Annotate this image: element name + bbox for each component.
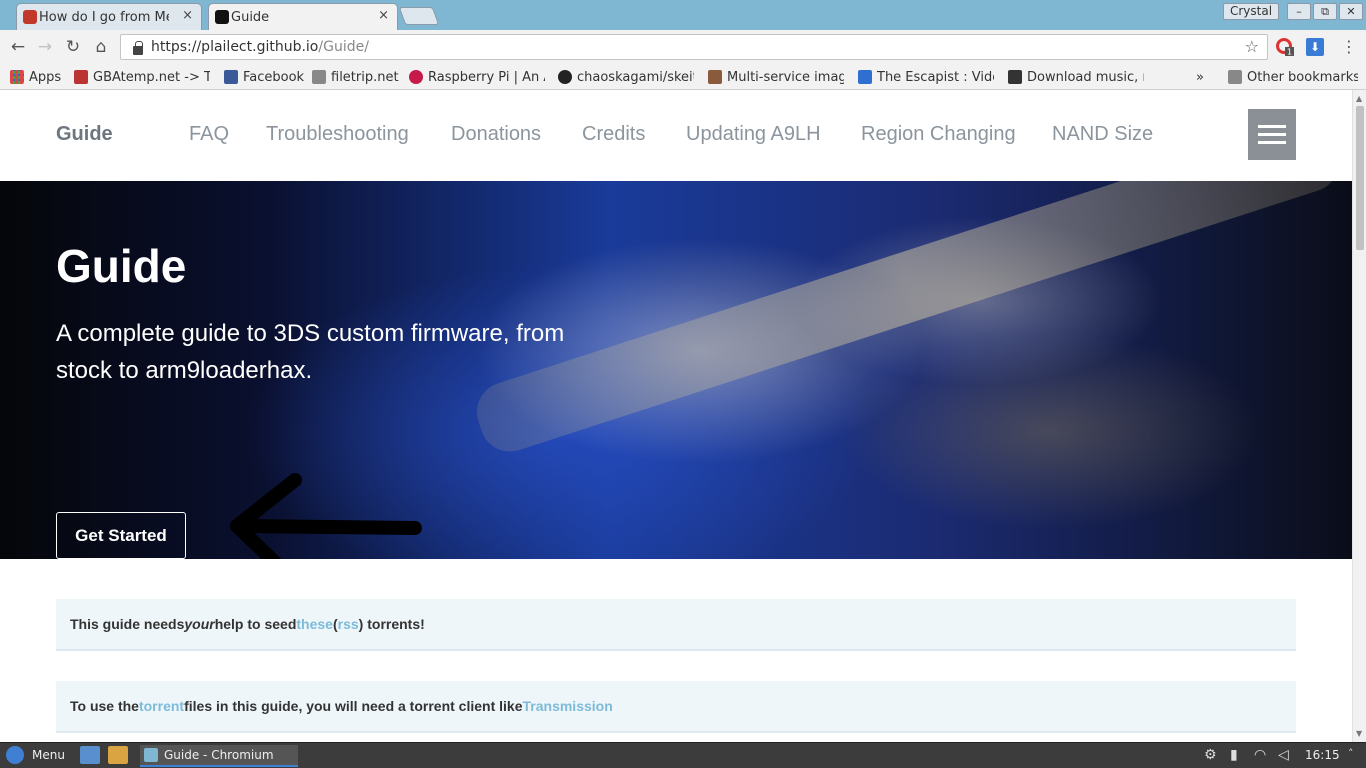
bookmark-download-music[interactable]: Download music, m: [1008, 67, 1144, 87]
hamburger-menu-icon[interactable]: [1248, 109, 1296, 160]
web-page: Guide FAQ Troubleshooting Donations Cred…: [0, 90, 1352, 742]
site-navbar: Guide FAQ Troubleshooting Donations Cred…: [0, 90, 1352, 181]
profile-button[interactable]: Crystal: [1223, 3, 1279, 20]
bookmark-raspberry-pi[interactable]: Raspberry Pi | An A: [409, 67, 545, 87]
hero-subtitle: A complete guide to 3DS custom firmware,…: [56, 320, 565, 384]
browser-window: How do I go from Men × Guide × Crystal –…: [0, 0, 1366, 768]
tab-how-do-i[interactable]: How do I go from Men ×: [16, 3, 202, 30]
nav-updating-a9lh[interactable]: Updating A9LH: [686, 123, 821, 146]
browser-menu-icon[interactable]: ⋮: [1340, 38, 1358, 56]
raspberry-icon: [409, 70, 423, 84]
wifi-icon[interactable]: ◠: [1254, 747, 1266, 763]
close-tab-icon[interactable]: ×: [378, 8, 389, 23]
battery-icon[interactable]: ▮: [1230, 747, 1238, 763]
browser-toolbar: ← → ↻ ⌂ https://plailect.github.io/Guide…: [0, 30, 1366, 63]
nav-region-changing[interactable]: Region Changing: [861, 123, 1016, 146]
back-icon[interactable]: ←: [7, 36, 29, 58]
get-started-button[interactable]: Get Started: [56, 512, 186, 559]
volume-icon[interactable]: ◁: [1278, 747, 1289, 763]
scrollbar-thumb[interactable]: [1356, 106, 1364, 250]
nav-brand-guide[interactable]: Guide: [56, 123, 113, 146]
folder-icon: [312, 70, 326, 84]
nav-credits[interactable]: Credits: [582, 123, 645, 146]
escapist-icon: [858, 70, 872, 84]
home-icon[interactable]: ⌂: [90, 36, 112, 58]
new-tab-button[interactable]: [398, 7, 440, 25]
gbatemp-icon: [74, 70, 88, 84]
os-taskbar: Menu Guide - Chromium ⚙ ▮ ◠ ◁ 16:15 ˄: [0, 742, 1366, 768]
hero-title: Guide: [56, 240, 187, 292]
chromium-window-icon: [144, 748, 158, 762]
tab-guide[interactable]: Guide ×: [208, 3, 398, 30]
hand-drawn-arrow-icon: [230, 473, 422, 559]
bookmarks-bar: Apps GBAtemp.net -> Th Facebook filetrip…: [0, 63, 1366, 90]
scroll-down-icon[interactable]: ▼: [1356, 729, 1362, 738]
bookmark-github[interactable]: chaoskagami/skeith: [558, 67, 694, 87]
bookmark-star-icon[interactable]: ☆: [1245, 37, 1259, 56]
apps-grid-icon: [10, 70, 24, 84]
start-menu-button[interactable]: Menu: [6, 746, 65, 764]
github-icon: [558, 70, 572, 84]
transmission-link[interactable]: Transmission: [523, 698, 613, 714]
close-tab-icon[interactable]: ×: [182, 8, 193, 23]
nav-troubleshooting[interactable]: Troubleshooting: [266, 123, 409, 146]
tab-title: Guide: [231, 9, 270, 25]
image-service-icon: [708, 70, 722, 84]
folder-icon: [1228, 70, 1242, 84]
forward-icon[interactable]: →: [34, 36, 56, 58]
bookmarks-overflow-icon[interactable]: »: [1196, 67, 1210, 87]
bookmark-facebook[interactable]: Facebook: [224, 67, 304, 87]
clock[interactable]: 16:15: [1305, 748, 1340, 762]
tray-chevron-icon[interactable]: ˄: [1348, 747, 1354, 760]
lock-icon: [133, 40, 143, 55]
scroll-up-icon[interactable]: ▲: [1356, 94, 1362, 103]
reload-icon[interactable]: ↻: [62, 36, 84, 58]
close-window-button[interactable]: ✕: [1339, 3, 1363, 20]
bookmark-filetrip[interactable]: filetrip.net: [312, 67, 400, 87]
taskbar-window-chromium[interactable]: Guide - Chromium: [140, 745, 298, 767]
file-manager-icon[interactable]: [108, 746, 128, 764]
mint-logo-icon: [6, 746, 24, 764]
bookmark-escapist[interactable]: The Escapist : Vide: [858, 67, 994, 87]
settings-gear-icon[interactable]: ⚙: [1204, 747, 1217, 763]
bookmark-multi-service-image[interactable]: Multi-service image: [708, 67, 844, 87]
restore-button[interactable]: ⧉: [1313, 3, 1337, 20]
nav-donations[interactable]: Donations: [451, 123, 541, 146]
show-desktop-icon[interactable]: [80, 746, 100, 764]
bookmark-gbatemp[interactable]: GBAtemp.net -> Th: [74, 67, 210, 87]
url-host: https://plailect.github.io: [151, 39, 319, 55]
torrent-client-notice: To use the torrent files in this guide, …: [56, 681, 1296, 733]
tab-title: How do I go from Men: [39, 9, 169, 25]
nav-faq[interactable]: FAQ: [189, 123, 229, 146]
page-scrollbar[interactable]: ▲ ▼: [1352, 90, 1366, 742]
tab-strip: How do I go from Men × Guide × Crystal –…: [0, 0, 1366, 30]
url-path: /Guide/: [318, 39, 369, 55]
seed-torrents-notice: This guide needs your help to seed these…: [56, 599, 1296, 651]
opera-extension-icon[interactable]: 1: [1276, 38, 1294, 56]
music-download-icon: [1008, 70, 1022, 84]
rss-link[interactable]: rss: [338, 616, 359, 632]
svg-text:1: 1: [1287, 48, 1292, 57]
hero-background-image: [469, 181, 1347, 460]
facebook-icon: [224, 70, 238, 84]
torrent-link[interactable]: torrent: [139, 698, 184, 714]
these-link[interactable]: these: [296, 616, 333, 632]
download-extension-icon[interactable]: ⬇: [1306, 38, 1324, 56]
gbatemp-favicon-icon: [23, 10, 37, 24]
minimize-button[interactable]: –: [1287, 3, 1311, 20]
address-bar[interactable]: https://plailect.github.io/Guide/ ☆: [120, 34, 1268, 60]
other-bookmarks[interactable]: Other bookmarks: [1228, 67, 1358, 87]
hero-banner: Guide A complete guide to 3DS custom fir…: [0, 181, 1352, 559]
guide-favicon-icon: [215, 10, 229, 24]
nav-nand-size[interactable]: NAND Size: [1052, 123, 1153, 146]
bookmark-apps[interactable]: Apps: [10, 67, 66, 87]
